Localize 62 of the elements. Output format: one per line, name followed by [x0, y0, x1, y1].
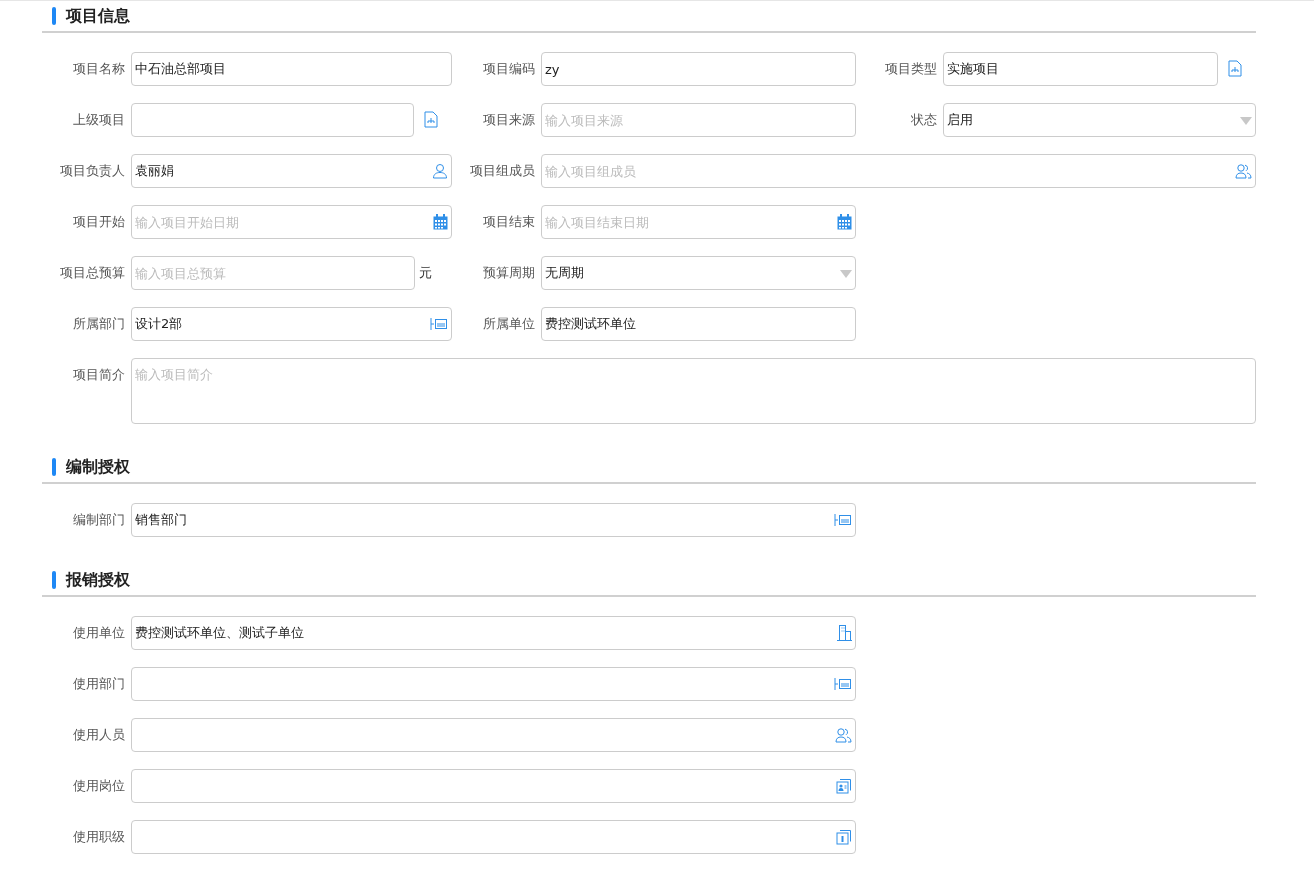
- input-field[interactable]: 袁丽娟: [131, 154, 452, 188]
- dropdown[interactable]: 无周期: [541, 256, 856, 290]
- field-label: 使用单位: [72, 624, 125, 642]
- field-label: 使用职级: [72, 828, 125, 846]
- field-label: 项目开始: [72, 213, 125, 231]
- input-field[interactable]: 输入项目结束日期: [541, 205, 856, 239]
- input-field[interactable]: 输入项目开始日期: [131, 205, 452, 239]
- id-card-icon[interactable]: [836, 778, 852, 794]
- input-field[interactable]: [131, 718, 856, 752]
- section-title: 编制授权: [66, 456, 130, 478]
- input-field[interactable]: 费控测试环单位: [541, 307, 856, 341]
- caret-icon: [840, 270, 852, 278]
- dropdown[interactable]: 启用: [943, 103, 1256, 137]
- section-marker: [52, 458, 56, 476]
- input-field[interactable]: 输入项目总预算: [131, 256, 415, 290]
- person-icon[interactable]: [432, 163, 448, 179]
- field-label: 项目总预算: [59, 264, 125, 282]
- department-icon[interactable]: [834, 513, 852, 527]
- field-label: 项目负责人: [59, 162, 125, 180]
- field-label: 预算周期: [482, 264, 535, 282]
- unit-label: 元: [419, 264, 432, 282]
- input-field[interactable]: [131, 769, 856, 803]
- department-icon[interactable]: [430, 317, 448, 331]
- field-label: 状态: [910, 111, 937, 129]
- input-field[interactable]: 输入项目来源: [541, 103, 856, 137]
- field-label: 编制部门: [72, 511, 125, 529]
- field-label: 项目组成员: [469, 162, 535, 180]
- people-icon[interactable]: [835, 727, 852, 743]
- section-title: 报销授权: [66, 569, 130, 591]
- people-icon[interactable]: [1235, 163, 1252, 179]
- field-label: 项目简介: [72, 366, 125, 384]
- field-label: 上级项目: [72, 111, 125, 129]
- building-icon[interactable]: [837, 625, 852, 641]
- input-field[interactable]: zy: [541, 52, 856, 86]
- input-field[interactable]: 设计2部: [131, 307, 452, 341]
- field-label: 所属单位: [482, 315, 535, 333]
- field-label: 项目结束: [482, 213, 535, 231]
- org-chart-icon[interactable]: [424, 111, 438, 128]
- field-label: 使用部门: [72, 675, 125, 693]
- input-field[interactable]: [131, 103, 414, 137]
- section-marker: [52, 7, 56, 25]
- field-label: 项目编码: [482, 60, 535, 78]
- field-label: 使用岗位: [72, 777, 125, 795]
- input-field[interactable]: 中石油总部项目: [131, 52, 452, 86]
- department-icon[interactable]: [834, 677, 852, 691]
- input-field[interactable]: 实施项目: [943, 52, 1218, 86]
- card-icon[interactable]: [836, 829, 852, 845]
- caret-icon: [1240, 117, 1252, 125]
- input-field[interactable]: 费控测试环单位、测试子单位: [131, 616, 856, 650]
- input-field[interactable]: [131, 667, 856, 701]
- field-label: 项目类型: [884, 60, 937, 78]
- field-label: 项目名称: [72, 60, 125, 78]
- input-field[interactable]: 输入项目组成员: [541, 154, 1256, 188]
- input-field[interactable]: [131, 820, 856, 854]
- input-field[interactable]: 销售部门: [131, 503, 856, 537]
- org-chart-icon[interactable]: [1228, 60, 1242, 77]
- section-title: 项目信息: [66, 5, 130, 27]
- field-label: 所属部门: [72, 315, 125, 333]
- text-area[interactable]: 输入项目简介: [131, 358, 1256, 424]
- field-label: 项目来源: [482, 111, 535, 129]
- section-marker: [52, 571, 56, 589]
- field-label: 使用人员: [72, 726, 125, 744]
